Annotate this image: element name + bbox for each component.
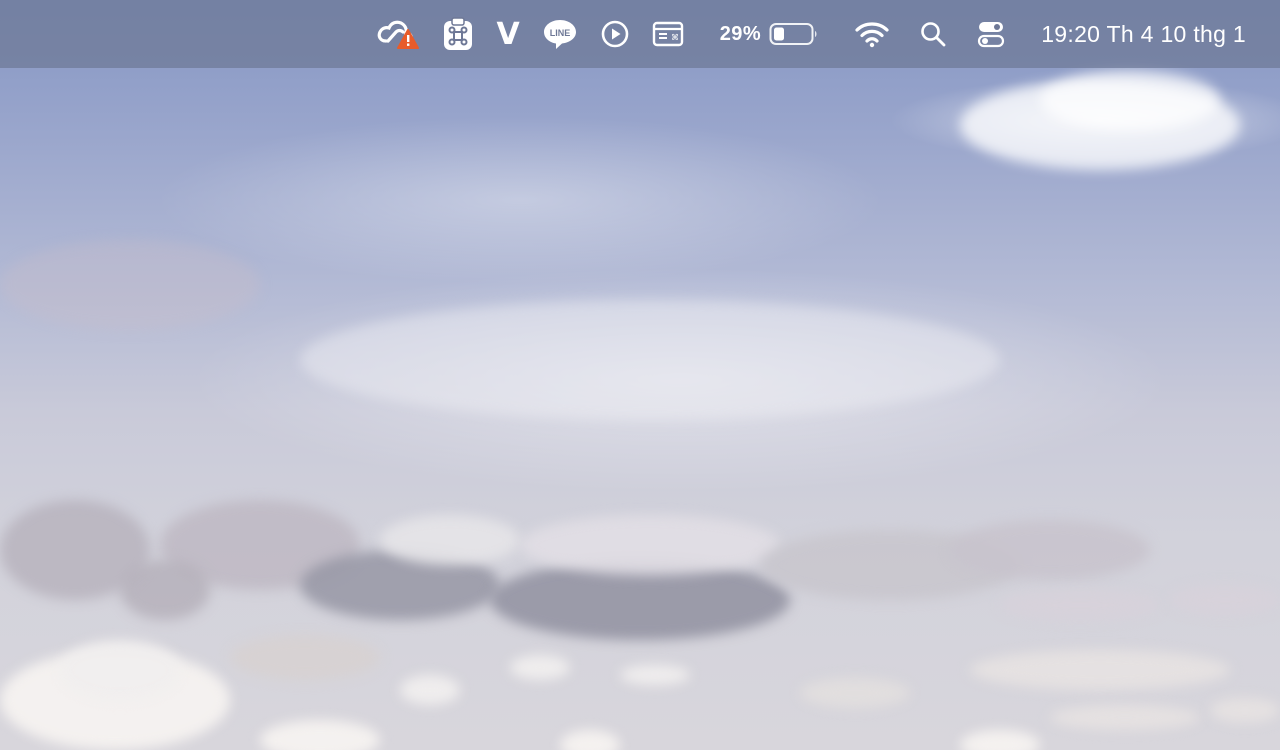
v-app-menu-item[interactable]: V: [496, 0, 519, 68]
battery-icon: [769, 23, 817, 45]
wifi-icon: [855, 22, 889, 48]
battery-percentage: 29%: [719, 22, 762, 45]
svg-text:⌘: ⌘: [671, 33, 679, 42]
search-icon: [921, 22, 946, 47]
wifi-menu-item[interactable]: [855, 0, 889, 68]
v-app-icon: V: [496, 16, 520, 52]
line-app-icon: LINE: [543, 20, 576, 49]
line-app-menu-item[interactable]: LINE: [542, 0, 578, 68]
clipboard-menu-item[interactable]: [442, 0, 474, 68]
line-logo-text: LINE: [549, 28, 570, 38]
creative-cloud-menu-item[interactable]: [376, 0, 420, 68]
control-center-menu-item[interactable]: [977, 0, 1005, 68]
clock[interactable]: 19:20 Th 4 10 thg 1: [1041, 0, 1246, 68]
wallpaper-clouds: [0, 0, 1280, 750]
battery-menu-item[interactable]: 29%: [720, 0, 820, 68]
media-player-menu-item[interactable]: [600, 0, 630, 68]
desktop: V LINE ⌘ 29% 19:20 Th 4 10 thg 1: [0, 0, 1280, 750]
keyboard-window-icon: ⌘: [652, 21, 683, 47]
spotlight-menu-item[interactable]: [919, 0, 947, 68]
alert-warning-icon: [397, 29, 420, 49]
creative-cloud-icon: [378, 20, 420, 49]
play-circle-icon: [601, 20, 628, 48]
keyboard-shortcuts-menu-item[interactable]: ⌘: [652, 0, 684, 68]
menu-bar: V LINE ⌘ 29% 19:20 Th 4 10 thg 1: [0, 0, 1280, 68]
control-center-icon: [978, 22, 1005, 48]
battery-level-fill: [774, 27, 785, 41]
command-clipboard-icon: [444, 17, 473, 50]
